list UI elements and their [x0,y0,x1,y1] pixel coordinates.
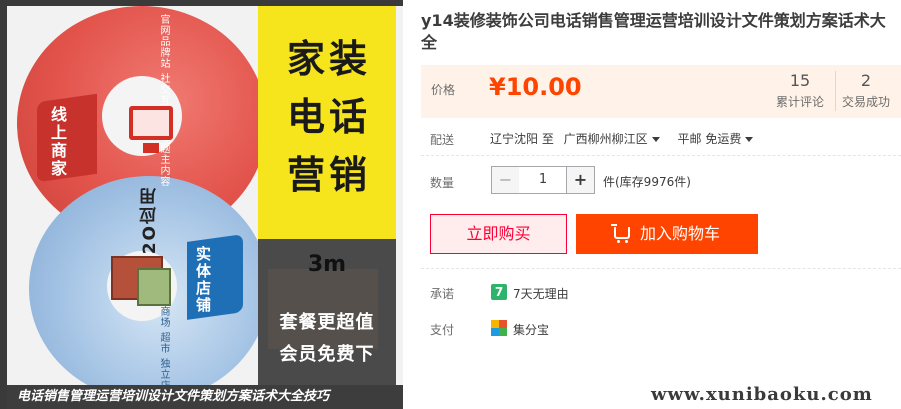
deals-label: 交易成功 [841,95,890,109]
bottom-disc-text: 商场 超市 独立店 [158,306,169,392]
deals-count: 2 [860,71,872,90]
site-watermark: www.xunibaoku.com [651,384,873,405]
shipping-method-select[interactable]: 平邮 免运费 [678,132,754,146]
quantity-input[interactable]: 1 [519,166,567,194]
divider [421,155,901,156]
reviews-stat[interactable]: 15 累计评论 [769,71,831,110]
image-bottom-banner: 电话销售管理运营培训设计文件策划方案话术大全技巧 [7,385,403,409]
payment-text[interactable]: 集分宝 [513,321,549,338]
quantity-increase-button[interactable]: + [566,166,595,194]
shipping-from: 辽宁沈阳 至 [490,132,554,146]
shipping-destination-select[interactable]: 广西柳州柳江区 [564,132,660,146]
divider [421,268,901,269]
chevron-down-icon [651,137,660,142]
jifenbao-icon [491,320,507,336]
quantity-label: 数量 [430,176,455,190]
reviews-label: 累计评论 [775,95,824,109]
promo-line-1: 套餐更超值 [279,312,375,333]
product-image[interactable]: 官网品牌站 社交互动页 专题主内容 商场 超市 独立店 线上商家 实体店铺 O2… [0,0,403,409]
image-main-title: 家装电话营销 [286,37,371,197]
shop-building-icon [137,268,171,306]
add-to-cart-button[interactable]: 加入购物车 [576,214,758,254]
promise-text[interactable]: 7天无理由 [513,285,569,302]
online-merchant-label: 线上商家 [48,106,67,178]
shipping-label: 配送 [430,133,455,147]
buy-now-button[interactable]: 立即购买 [430,214,567,254]
shipping-row: 辽宁沈阳 至 广西柳州柳江区 平邮 免运费 [490,130,754,147]
shipping-destination: 广西柳州柳江区 [563,132,648,146]
price-label: 价格 [431,83,456,97]
quantity-decrease-button[interactable]: − [491,166,520,194]
payment-label: 支付 [430,323,455,337]
monitor-stand-icon [143,143,159,153]
price-value: ¥10.00 [489,73,582,101]
reviews-count: 15 [789,71,811,90]
promise-label: 承诺 [430,287,455,301]
add-to-cart-label: 加入购物车 [639,224,720,243]
price-amount: 10.00 [505,73,582,101]
seven-day-return-icon: 7 [491,284,507,300]
monitor-icon [129,106,173,140]
stock-text: 件(库存9976件) [603,175,691,189]
chevron-down-icon [745,137,754,142]
deals-stat[interactable]: 2 交易成功 [835,71,897,110]
product-title: y14装修装饰公司电话销售管理运营培训设计文件策划方案话术大全 [421,11,886,52]
currency-symbol: ¥ [489,73,506,101]
promo-line-2: 会员免费下 [279,344,375,365]
shopping-cart-icon [610,223,630,243]
price-box: 价格 ¥10.00 15 累计评论 2 交易成功 [421,65,901,118]
top-disc-text: 官网品牌站 社交互动页 专题主内容 [158,14,169,188]
size-label: 3m [307,252,347,277]
shipping-method: 平邮 免运费 [677,132,742,146]
offline-store-label: 实体店铺 [194,246,212,314]
